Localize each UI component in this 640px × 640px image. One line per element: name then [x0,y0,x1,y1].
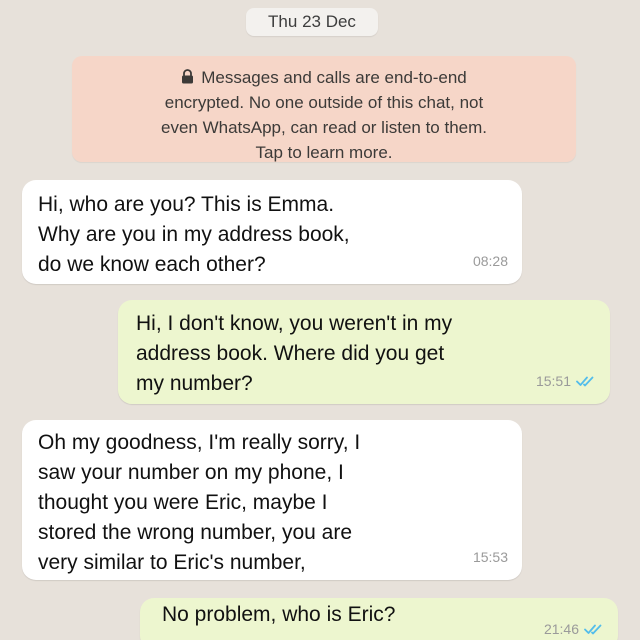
date-divider-label: Thu 23 Dec [268,12,356,31]
encryption-notice-text-0: Messages and calls are end-to-end [201,68,467,87]
encryption-notice-line: encrypted. No one outside of this chat, … [164,93,484,112]
encryption-notice-line: Messages and calls are end-to-end [86,65,562,90]
encryption-notice-line: Tap to learn more. [255,143,393,162]
chat-thread[interactable]: Thu 23 Dec Messages and calls are end-to… [0,0,640,640]
encryption-notice-line: even WhatsApp, can read or listen to the… [160,118,487,137]
message-text-line: very similar to Eric's number, [38,551,306,574]
message-text-line: address book. Where did you get [136,342,445,365]
message-text-line: thought you were Eric, maybe I [38,491,328,514]
message-text-line: No problem, who is Eric? [162,603,396,626]
message-bubble-incoming[interactable]: Hi, who are you? This is Emma. Why are y… [22,180,522,284]
message-text-line: do we know each other? [38,253,266,276]
message-text-line: stored the wrong number, you are [38,521,353,544]
message-text-line: Why are you in my address book, [38,223,350,246]
double-check-icon [576,376,594,387]
message-meta: 08:28 [473,246,508,276]
message-timestamp: 21:46 [543,621,579,637]
message-text-line: my number? [136,372,253,395]
double-check-icon [584,624,602,635]
message-text-line: Hi, who are you? This is Emma. [38,193,335,216]
message-meta: 21:46 [544,614,604,640]
message-meta: 15:51 [536,366,596,396]
message-timestamp: 08:28 [472,253,508,269]
message-meta: 15:53 [473,542,508,572]
encryption-notice[interactable]: Messages and calls are end-to-end encryp… [72,56,576,162]
message-timestamp: 15:51 [535,373,571,389]
message-bubble-outgoing[interactable]: No problem, who is Eric? 21:46 [140,598,618,640]
message-text-line: Oh my goodness, I'm really sorry, I [38,431,361,454]
message-bubble-outgoing[interactable]: Hi, I don't know, you weren't in my addr… [118,300,610,404]
message-bubble-incoming[interactable]: Oh my goodness, I'm really sorry, I saw … [22,420,522,580]
message-timestamp: 15:53 [472,549,508,565]
message-text-line: Hi, I don't know, you weren't in my [136,312,453,335]
date-divider: Thu 23 Dec [246,8,378,36]
lock-icon [182,69,194,84]
message-text-line: saw your number on my phone, I [38,461,344,484]
